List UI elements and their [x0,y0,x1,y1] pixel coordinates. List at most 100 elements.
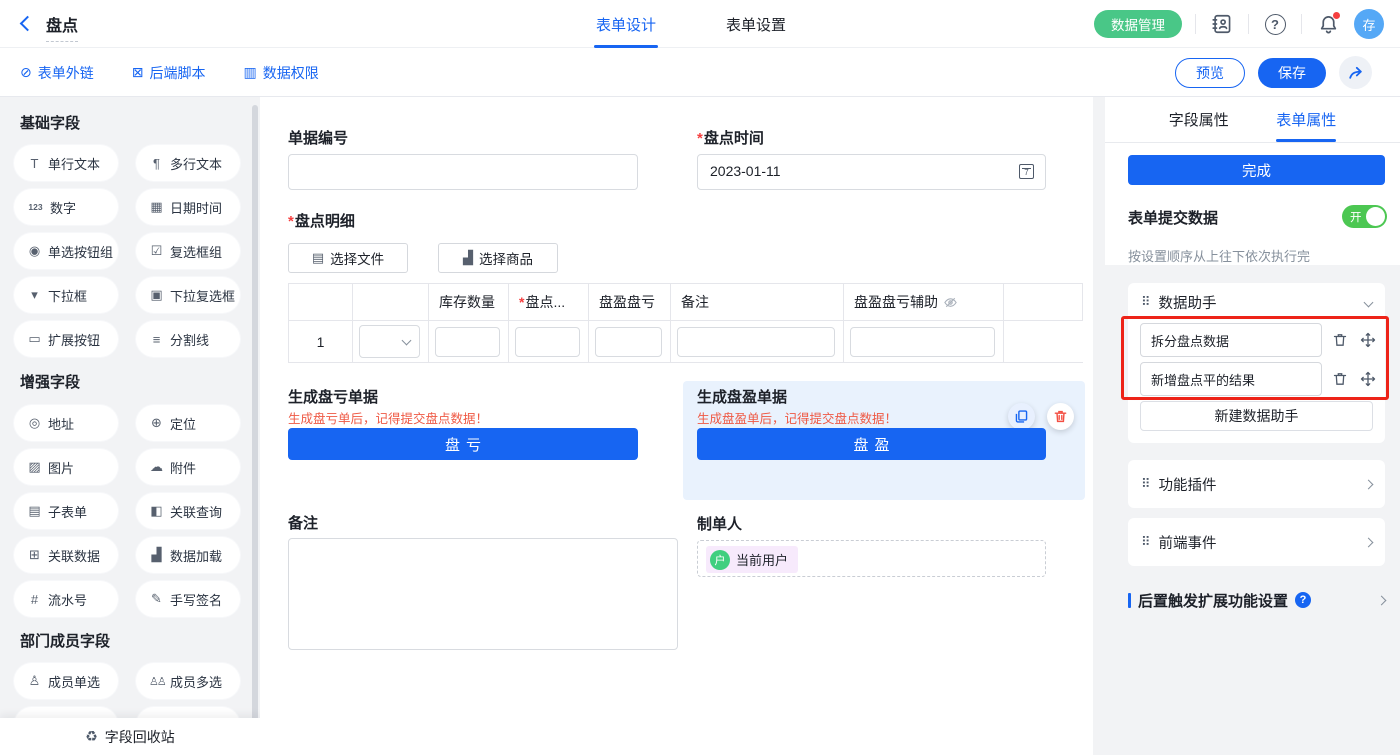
number-icon: 123 [27,202,44,212]
doc-no-input[interactable] [288,154,638,190]
stock-cell [429,321,509,362]
help-icon[interactable]: ? [1262,11,1288,37]
sidebar-item-image[interactable]: ▨图片 [14,449,118,485]
cloud-upload-icon: ☁ [149,459,164,475]
stock-input[interactable] [435,327,500,357]
sidebar-item-signature[interactable]: ✎手写签名 [136,581,240,617]
drag-handle-icon[interactable]: ⠿ [1141,476,1151,492]
image-icon: ▨ [27,459,42,475]
frontend-event-card[interactable]: ⠿ 前端事件 [1128,518,1385,566]
help-icon[interactable]: ? [1295,592,1311,608]
chevron-down-icon [402,336,412,346]
sidebar-item-member-multi[interactable]: ♙♙成员多选 [136,663,240,699]
table-header-count: *盘点... [509,284,589,321]
plugin-title: 功能插件 [1159,474,1357,495]
chevron-right-icon [1364,479,1374,489]
share-arrow-icon [1347,64,1364,81]
inventory-time-label: *盘点时间 [697,127,764,148]
delete-helper-icon[interactable] [1332,371,1348,387]
sidebar-item-subform[interactable]: ▤子表单 [14,493,118,529]
section-member-fields: 部门成员字段 [20,630,110,651]
item-label: 成员单选 [48,672,100,691]
data-permission-link[interactable]: ▥ 数据权限 [243,63,318,83]
count-input[interactable] [515,327,580,357]
canvas-gutter [1093,97,1105,755]
data-manage-button[interactable]: 数据管理 [1094,10,1182,38]
drag-handle-icon[interactable]: ⠿ [1141,534,1151,550]
form-title[interactable]: 盘点 [46,12,78,42]
delete-field-button[interactable] [1047,403,1074,430]
sidebar-scrollbar[interactable] [252,105,258,737]
post-trigger-settings[interactable]: 后置触发扩展功能设置 ? [1128,591,1385,609]
aux-input[interactable] [850,327,995,357]
link-query-icon: ◧ [149,503,164,519]
tab-form-design[interactable]: 表单设计 [596,0,656,48]
sidebar-item-multi-select[interactable]: ▣下拉复选框 [136,277,240,313]
sidebar-item-checkbox-group[interactable]: ☑复选框组 [136,233,240,269]
data-helper-header[interactable]: ⠿ 数据助手 [1128,283,1385,321]
plugin-card[interactable]: ⠿ 功能插件 [1128,460,1385,508]
backend-script-link[interactable]: ⊠ 后端脚本 [132,63,206,83]
sidebar-item-serial-number[interactable]: #流水号 [14,581,118,617]
sidebar-item-number[interactable]: 123 数字 [14,189,118,225]
form-canvas[interactable]: 单据编号 *盘点时间 2023-01-11 7 *盘点明细 ▤选择文件 ▟选择商… [260,97,1093,755]
item-label: 单选按钮组 [48,242,113,261]
sidebar-item-select[interactable]: ▾下拉框 [14,277,118,313]
sidebar-item-radio-group[interactable]: ◉单选按钮组 [14,233,118,269]
chevron-right-icon [1377,595,1387,605]
helper-item-split[interactable]: 拆分盘点数据 [1140,323,1322,357]
inventory-time-input[interactable]: 2023-01-11 7 [697,154,1046,190]
submit-data-toggle[interactable]: 开 [1342,205,1387,228]
notification-bell-icon[interactable] [1315,11,1341,37]
sidebar-item-divider[interactable]: ≡分割线 [136,321,240,357]
remark-input[interactable] [677,327,835,357]
loss-button[interactable]: 盘亏 [288,428,638,460]
helper-item-add-balance[interactable]: 新增盘点平的结果 [1140,362,1322,396]
notification-dot [1333,12,1340,19]
save-button[interactable]: 保存 [1258,58,1326,88]
subform-icon: ▤ [27,503,42,519]
divider [1195,14,1196,34]
sidebar-item-address[interactable]: ◎地址 [14,405,118,441]
plugin-header[interactable]: ⠿ 功能插件 [1128,460,1385,508]
avatar[interactable]: 存 [1354,9,1384,39]
creator-field[interactable]: 户 当前用户 [697,540,1046,577]
sidebar-item-member-single[interactable]: ♙成员单选 [14,663,118,699]
move-helper-icon[interactable] [1360,371,1376,387]
gain-button[interactable]: 盘盈 [697,428,1046,460]
address-book-icon[interactable] [1209,11,1235,37]
choose-file-button[interactable]: ▤选择文件 [288,243,408,273]
back-icon[interactable] [20,16,36,32]
remark-cell [671,321,844,362]
diff-input[interactable] [595,327,662,357]
share-button[interactable] [1339,56,1372,89]
done-button[interactable]: 完成 [1128,155,1385,185]
drag-handle-icon[interactable]: ⠿ [1141,294,1151,310]
sidebar-item-locate[interactable]: ⊕定位 [136,405,240,441]
move-helper-icon[interactable] [1360,332,1376,348]
tab-form-props[interactable]: 表单属性 [1253,97,1361,142]
preview-button[interactable]: 预览 [1175,58,1245,88]
sidebar-item-single-text[interactable]: T单行文本 [14,145,118,181]
choose-product-button[interactable]: ▟选择商品 [438,243,558,273]
sidebar-item-datetime[interactable]: ▦日期时间 [136,189,240,225]
frontend-event-header[interactable]: ⠿ 前端事件 [1128,518,1385,566]
sidebar-item-attachment[interactable]: ☁附件 [136,449,240,485]
copy-field-button[interactable] [1008,403,1035,430]
new-data-helper-button[interactable]: 新建数据助手 [1140,401,1373,431]
sidebar-item-link-data[interactable]: ⊞关联数据 [14,537,118,573]
tab-field-props[interactable]: 字段属性 [1145,97,1253,142]
sidebar-item-data-load[interactable]: ▟数据加载 [136,537,240,573]
sidebar-item-extend-button[interactable]: ▭扩展按钮 [14,321,118,357]
remark-textarea[interactable] [288,538,678,650]
delete-helper-icon[interactable] [1332,332,1348,348]
field-recycle-bin[interactable]: ♻ 字段回收站 [0,718,260,755]
product-select[interactable] [359,325,420,358]
form-external-link[interactable]: ⊘ 表单外链 [20,63,94,83]
sidebar-item-multi-text[interactable]: ¶多行文本 [136,145,240,181]
item-label: 关联查询 [170,502,222,521]
sidebar-item-link-query[interactable]: ◧ 关联查询 [136,493,240,529]
item-label: 数字 [50,198,76,217]
tab-form-settings[interactable]: 表单设置 [726,0,786,48]
crosshair-icon: ⊕ [149,415,164,431]
